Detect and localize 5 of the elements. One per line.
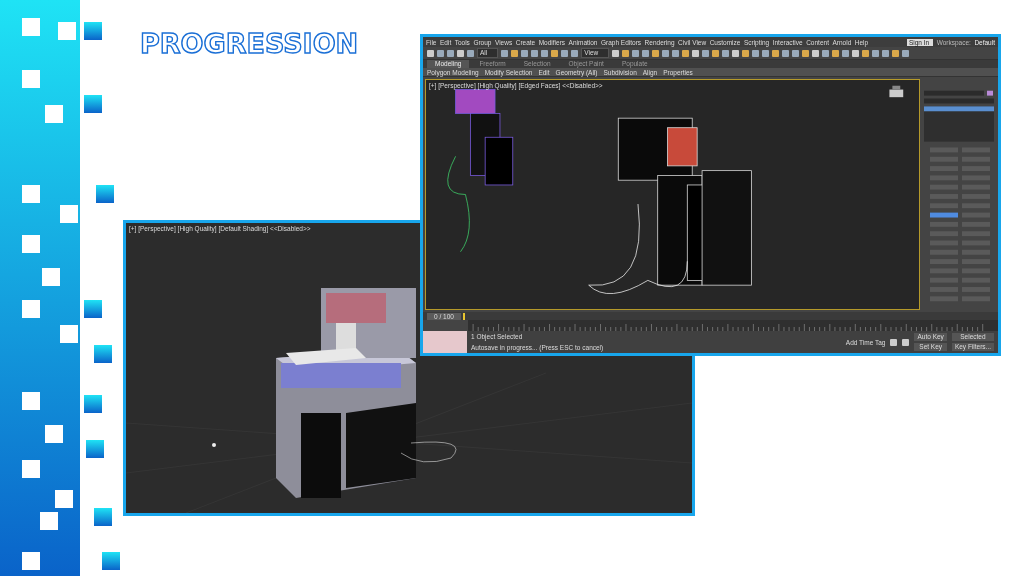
light-marker-icon bbox=[212, 443, 216, 447]
slide-title: PROGRESSION bbox=[140, 28, 359, 59]
teapot-icon bbox=[889, 85, 904, 98]
cable-drawing bbox=[400, 441, 457, 463]
playhead-marker[interactable] bbox=[463, 312, 465, 320]
